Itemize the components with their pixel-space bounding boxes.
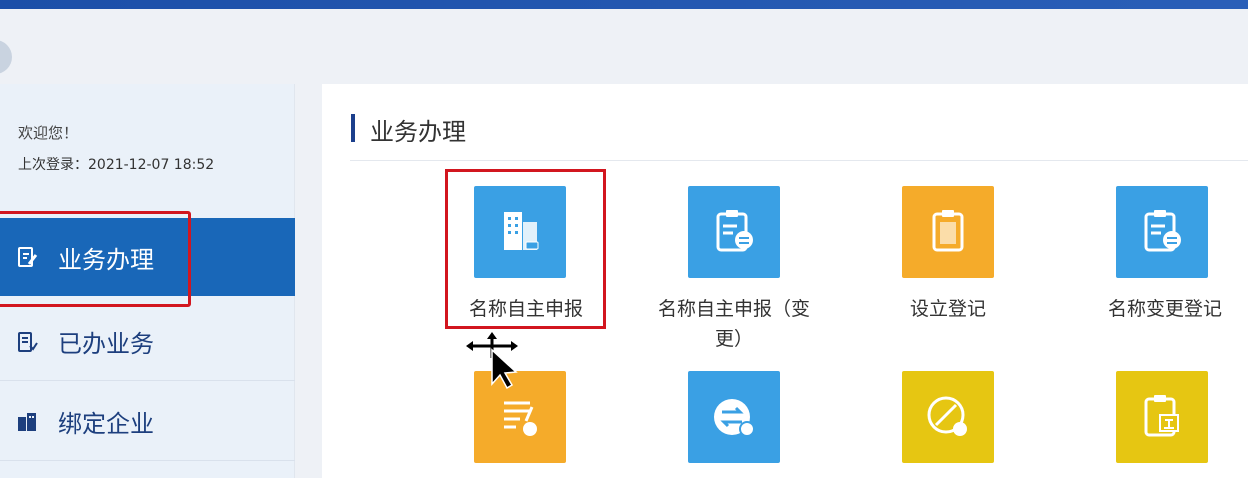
edit-doc-icon: [16, 246, 38, 268]
section-divider: [350, 160, 1248, 161]
tile-label: 名称自主申报（变更）: [657, 298, 810, 350]
header-band: [0, 9, 1248, 81]
section-accent-bar: [351, 114, 355, 142]
tile-edit-list[interactable]: [474, 371, 566, 463]
tile-establish[interactable]: [902, 186, 994, 278]
sidebar-item-business[interactable]: 业务办理: [0, 218, 295, 296]
top-header-bar: [0, 0, 1248, 9]
sidebar-item-bind[interactable]: 绑定企业: [0, 383, 295, 461]
clipboard-list-icon: [716, 210, 753, 252]
clipboard-icon: [932, 210, 964, 252]
tile-label: 设立登记: [909, 298, 986, 320]
tile-cancel[interactable]: [902, 371, 994, 463]
sidebar-item-label: 绑定企业: [58, 410, 154, 438]
edit-list-icon: [504, 401, 537, 436]
building-icon: [504, 212, 539, 250]
sidebar-item-done[interactable]: 已办业务: [0, 303, 295, 381]
tile-transfer[interactable]: [688, 371, 780, 463]
section-title: 业务办理: [370, 118, 466, 146]
cancel-icon: [927, 396, 967, 436]
tile-name-declare[interactable]: [474, 186, 566, 278]
tile-name-change[interactable]: [1116, 186, 1208, 278]
tile-main-clipboard[interactable]: [1116, 371, 1208, 463]
sidebar-item-label: 业务办理: [58, 245, 154, 274]
clipboard-main-icon: [1144, 395, 1179, 437]
building-icon: [16, 411, 38, 433]
transfer-icon: [714, 399, 755, 437]
tile-label: 名称变更登记: [1107, 298, 1222, 320]
last-login-text: 上次登录：2021-12-07 18:52: [18, 157, 215, 173]
sidebar-item-label: 已办业务: [58, 330, 154, 358]
done-doc-icon: [16, 331, 38, 353]
welcome-text: 欢迎您！: [18, 124, 79, 142]
tile-label: 名称自主申报: [468, 298, 583, 320]
tile-name-declare-change[interactable]: [688, 186, 780, 278]
clipboard-list-icon: [1144, 210, 1181, 252]
